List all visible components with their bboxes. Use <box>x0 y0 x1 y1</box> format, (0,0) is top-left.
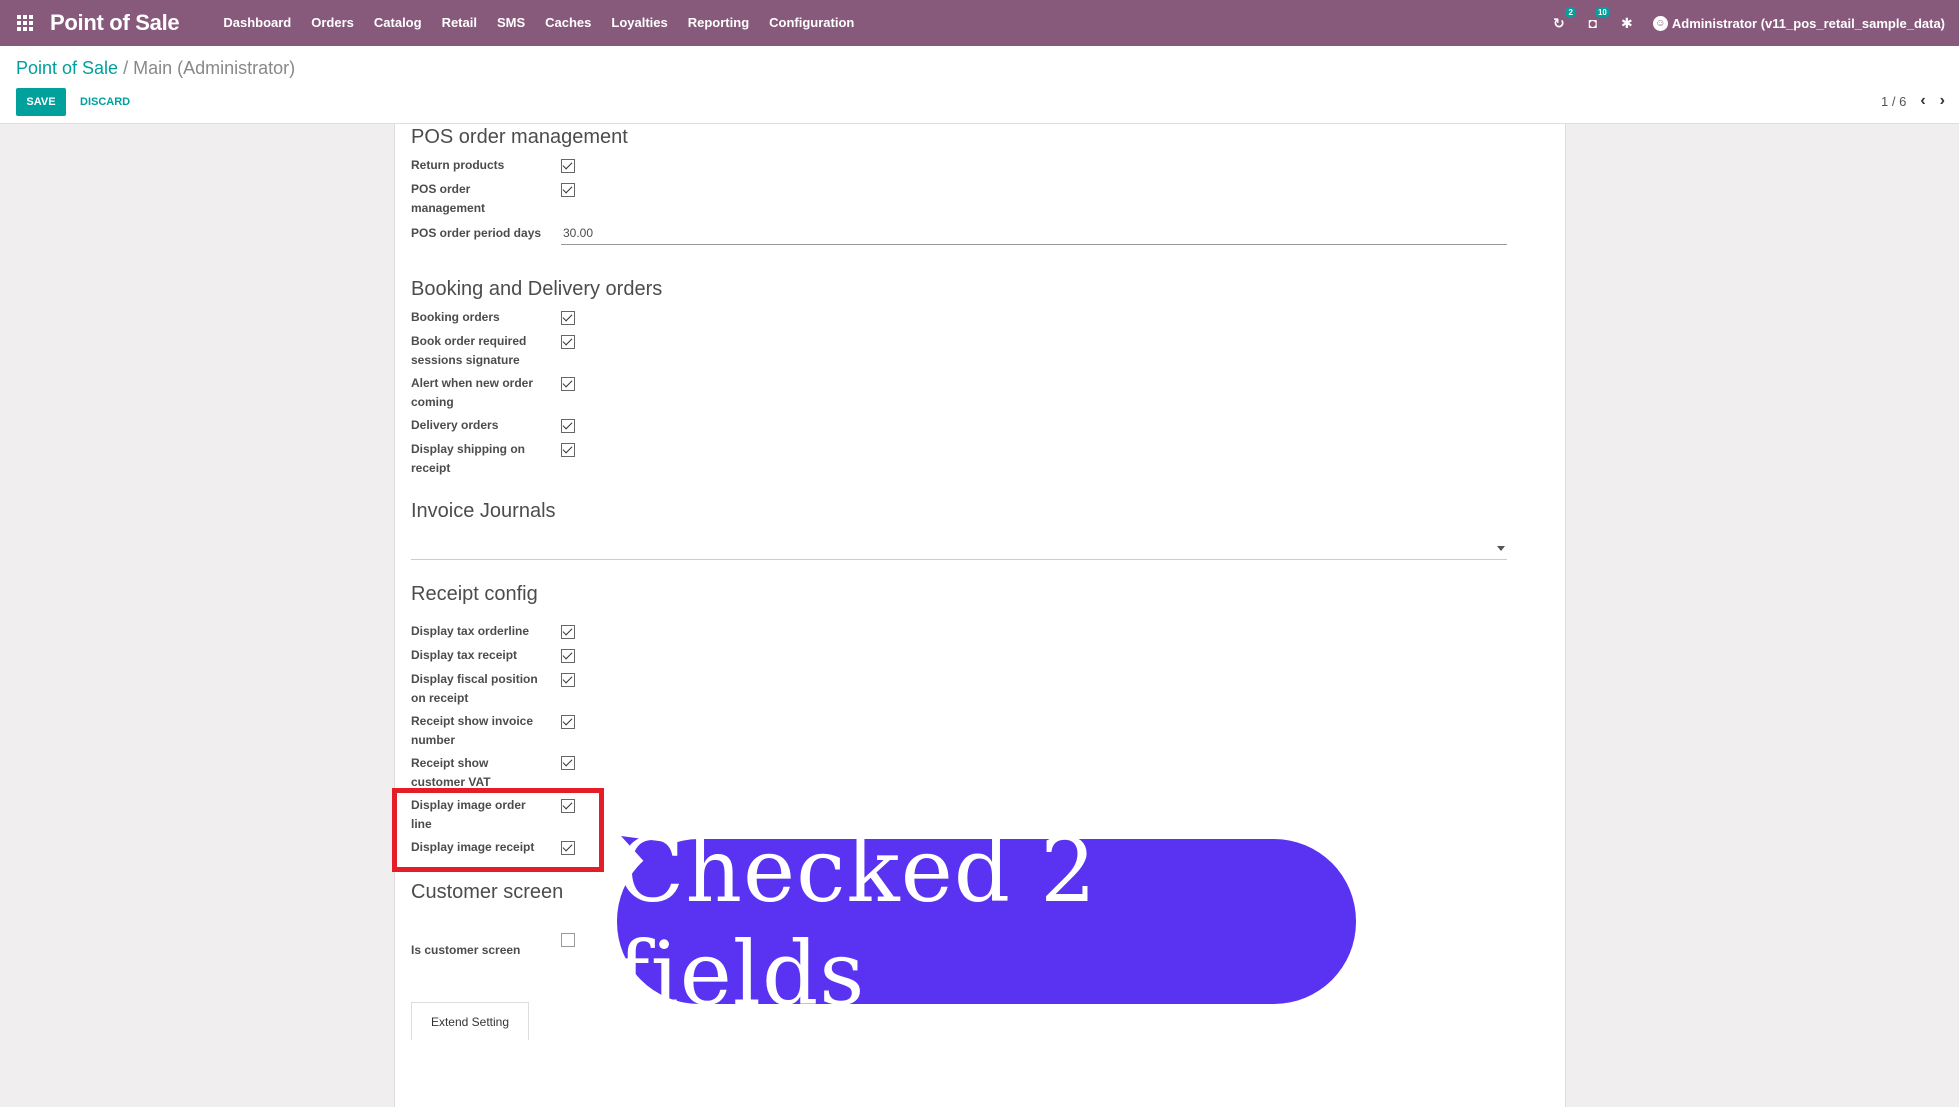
pager-next-icon[interactable]: › <box>1940 92 1945 110</box>
menu-sms[interactable]: SMS <box>487 0 535 46</box>
label-receipt-customer-vat: Receipt show customer VAT <box>411 756 491 789</box>
menu-retail[interactable]: Retail <box>432 0 487 46</box>
section-title-invoice-journals: Invoice Journals <box>411 500 556 522</box>
section-title-booking: Booking and Delivery orders <box>411 278 663 300</box>
pager-previous-icon[interactable]: ‹ <box>1920 92 1925 110</box>
menu-caches[interactable]: Caches <box>535 0 601 46</box>
app-brand[interactable]: Point of Sale <box>50 10 180 36</box>
caret-down-icon <box>1497 546 1505 551</box>
user-menu[interactable]: ☺ Administrator (v11_pos_retail_sample_d… <box>1652 15 1945 31</box>
pos-order-period-days-input[interactable]: 30.00 <box>561 226 1507 245</box>
label-book-order-signature: Book order required sessions signature <box>411 334 527 367</box>
checkbox-display-shipping[interactable] <box>561 443 575 457</box>
save-button[interactable]: SAVE <box>16 88 66 116</box>
top-navbar: Point of Sale Dashboard Orders Catalog R… <box>0 0 1959 46</box>
checkbox-alert-new-order[interactable] <box>561 377 575 391</box>
menu-configuration[interactable]: Configuration <box>759 0 864 46</box>
user-name: Administrator (v11_pos_retail_sample_dat… <box>1671 15 1945 31</box>
section-title-receipt-config: Receipt config <box>411 583 538 605</box>
section-title-customer-screen: Customer screen <box>411 881 564 903</box>
callout-bubble: Checked 2 fields <box>617 819 1356 1025</box>
pager-value[interactable]: 1 / 6 <box>1881 94 1906 109</box>
checkbox-book-order-signature[interactable] <box>561 335 575 349</box>
activity-icon[interactable]: ↻ 2 <box>1551 7 1576 31</box>
checkbox-delivery-orders[interactable] <box>561 419 575 433</box>
label-display-shipping: Display shipping on receipt <box>411 442 526 475</box>
label-return-products: Return products <box>411 158 505 172</box>
discard-button[interactable]: DISCARD <box>72 88 138 116</box>
activity-badge: 2 <box>1565 7 1576 18</box>
checkbox-pos-order-management[interactable] <box>561 183 575 197</box>
avatar-icon: ☺ <box>1652 15 1668 31</box>
checkbox-receipt-invoice-number[interactable] <box>561 715 575 729</box>
menu-catalog[interactable]: Catalog <box>364 0 432 46</box>
label-display-tax-receipt: Display tax receipt <box>411 648 518 662</box>
menu-orders[interactable]: Orders <box>301 0 364 46</box>
main-menu: Dashboard Orders Catalog Retail SMS Cach… <box>213 0 864 46</box>
label-pos-order-period-days: POS order period days <box>411 226 542 240</box>
debug-bug-icon[interactable]: ✱ <box>1619 15 1635 31</box>
label-is-customer-screen: Is customer screen <box>411 943 521 957</box>
systray: ↻ 2 ◘ 10 ✱ ☺ Administrator (v11_pos_retail… <box>1551 0 1945 46</box>
breadcrumb-parent[interactable]: Point of Sale <box>16 58 118 78</box>
label-booking-orders: Booking orders <box>411 310 500 324</box>
invoice-journals-select[interactable] <box>411 540 1507 560</box>
control-panel: Point of Sale / Main (Administrator) SAV… <box>0 46 1959 124</box>
checkbox-receipt-customer-vat[interactable] <box>561 756 575 770</box>
callout-text: Checked 2 fields <box>617 818 1098 1025</box>
messages-icon[interactable]: ◘ 10 <box>1585 7 1610 31</box>
menu-dashboard[interactable]: Dashboard <box>213 0 301 46</box>
extend-setting-tab[interactable]: Extend Setting <box>411 1002 529 1040</box>
messages-badge: 10 <box>1594 7 1610 18</box>
breadcrumb-current: Main (Administrator) <box>133 58 296 78</box>
apps-menu-icon[interactable] <box>16 14 34 32</box>
highlight-box <box>392 788 604 872</box>
pager: 1 / 6 ‹ › <box>1881 92 1945 110</box>
checkbox-display-fiscal-position[interactable] <box>561 673 575 687</box>
checkbox-booking-orders[interactable] <box>561 311 575 325</box>
label-pos-order-management: POS order management <box>411 182 486 215</box>
breadcrumb-separator: / <box>123 58 129 78</box>
checkbox-display-tax-receipt[interactable] <box>561 649 575 663</box>
breadcrumb: Point of Sale / Main (Administrator) <box>16 58 295 79</box>
label-delivery-orders: Delivery orders <box>411 418 499 432</box>
checkbox-return-products[interactable] <box>561 159 575 173</box>
checkbox-is-customer-screen[interactable] <box>561 933 575 947</box>
label-alert-new-order: Alert when new order coming <box>411 376 534 409</box>
checkbox-display-tax-orderline[interactable] <box>561 625 575 639</box>
label-display-tax-orderline: Display tax orderline <box>411 624 530 638</box>
section-title-pos-order: POS order management <box>411 126 628 148</box>
label-receipt-invoice-number: Receipt show invoice number <box>411 714 534 747</box>
label-display-fiscal-position: Display fiscal position on receipt <box>411 672 538 705</box>
menu-reporting[interactable]: Reporting <box>678 0 759 46</box>
menu-loyalties[interactable]: Loyalties <box>601 0 677 46</box>
